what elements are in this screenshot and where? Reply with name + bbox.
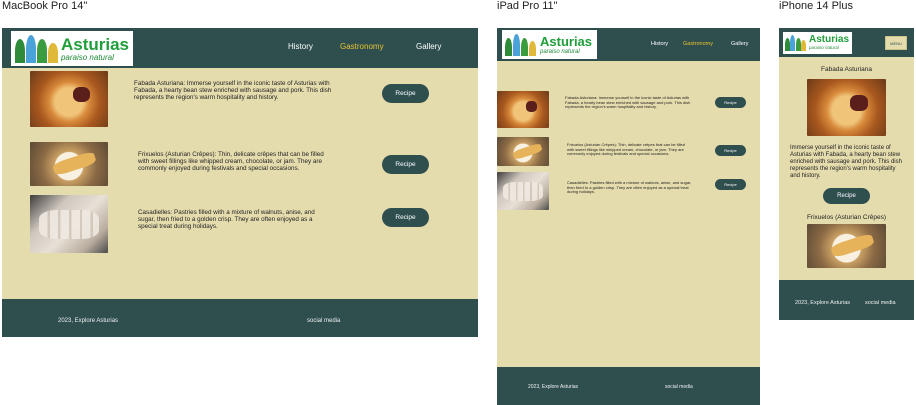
frixuelos-image xyxy=(497,137,549,166)
logo-subtitle: paraiso natural xyxy=(809,45,839,51)
fabada-image xyxy=(30,71,108,127)
logo-subtitle: paraiso natural xyxy=(60,52,114,62)
logo-title: Asturias xyxy=(60,34,129,54)
casadielles-image xyxy=(497,172,549,210)
frixuelos-image xyxy=(30,142,108,186)
fabada-description: Fabada Asturiana: Immerse yourself in th… xyxy=(134,80,332,102)
fabada-image xyxy=(497,91,549,128)
fabada-description: Fabada Asturiana: Immerse yourself in th… xyxy=(565,95,691,110)
logo[interactable]: Asturias paraiso natural xyxy=(11,31,133,66)
frixuelos-title: Frixuelos (Asturian Crêpes) xyxy=(806,214,887,221)
nav-gastronomy[interactable]: Gastronomy xyxy=(683,41,713,47)
fabada-title: Fabada Asturiana xyxy=(821,66,872,73)
footer: 2023, Explore Asturias social media xyxy=(497,367,760,405)
logo-hills-icon xyxy=(15,34,58,63)
fabada-description: Immerse yourself in the iconic taste of … xyxy=(790,145,902,179)
macbook-frame: Asturias paraiso natural History Gastron… xyxy=(2,28,478,337)
frame-label-macbook: MacBook Pro 14" xyxy=(2,0,88,12)
footer-copyright: 2023, Explore Asturias xyxy=(528,384,579,390)
casadielles-recipe-button[interactable]: Recipe xyxy=(382,208,429,227)
logo-title: Asturias xyxy=(809,34,850,46)
frixuelos-description: Frixuelos (Asturian Crêpes): Thin, delic… xyxy=(567,142,685,157)
header: Asturias paraiso natural History Gastron… xyxy=(497,28,760,61)
header: Asturias paraiso natural MENU xyxy=(779,28,914,57)
logo-hills-icon xyxy=(505,33,537,56)
footer-copyright: 2023, Explore Asturias xyxy=(58,318,119,324)
frixuelos-image xyxy=(807,224,886,268)
frame-label-ipad: iPad Pro 11" xyxy=(497,0,558,12)
logo-title: Asturias xyxy=(540,33,593,49)
footer: 2023, Explore Asturias social media xyxy=(779,280,914,320)
header: Asturias paraiso natural History Gastron… xyxy=(2,28,478,68)
nav-history[interactable]: History xyxy=(651,41,668,47)
footer-social-link[interactable]: social media xyxy=(307,318,340,324)
nav-gallery[interactable]: Gallery xyxy=(416,42,441,51)
logo-subtitle: paraiso natural xyxy=(540,48,580,55)
menu-button[interactable]: MENU xyxy=(885,36,907,50)
logo[interactable]: Asturias paraiso natural xyxy=(783,32,852,54)
fabada-recipe-button[interactable]: Recipe xyxy=(715,97,746,108)
fabada-recipe-button[interactable]: Recipe xyxy=(382,84,429,103)
casadielles-recipe-button[interactable]: Recipe xyxy=(715,179,746,190)
frame-label-iphone: iPhone 14 Plus xyxy=(779,0,853,12)
frixuelos-recipe-button[interactable]: Recipe xyxy=(382,155,429,174)
logo-hills-icon xyxy=(785,35,807,51)
iphone-frame: Asturias paraiso natural MENU Fabada Ast… xyxy=(779,28,914,320)
nav-gallery[interactable]: Gallery xyxy=(731,41,748,47)
footer: 2023, Explore Asturias social media xyxy=(2,299,478,337)
frixuelos-recipe-button[interactable]: Recipe xyxy=(715,145,746,156)
frixuelos-description: Frixuelos (Asturian Crêpes): Thin, delic… xyxy=(138,151,324,173)
ipad-frame: Asturias paraiso natural History Gastron… xyxy=(497,28,760,405)
fabada-image xyxy=(807,79,886,136)
fabada-recipe-button[interactable]: Recipe xyxy=(823,188,870,204)
logo[interactable]: Asturias paraiso natural xyxy=(502,30,597,59)
footer-social-link[interactable]: social media xyxy=(865,300,896,306)
nav-gastronomy[interactable]: Gastronomy xyxy=(340,42,384,51)
casadielles-image xyxy=(30,195,108,253)
footer-copyright: 2023, Explore Asturias xyxy=(795,300,851,306)
casadielles-description: Casadielles: Pastries filled with a mixt… xyxy=(138,209,315,231)
casadielles-description: Casadielles: Pastries filled with a mixt… xyxy=(567,180,692,195)
footer-social-link[interactable]: social media xyxy=(665,384,693,390)
nav-history[interactable]: History xyxy=(288,42,313,51)
